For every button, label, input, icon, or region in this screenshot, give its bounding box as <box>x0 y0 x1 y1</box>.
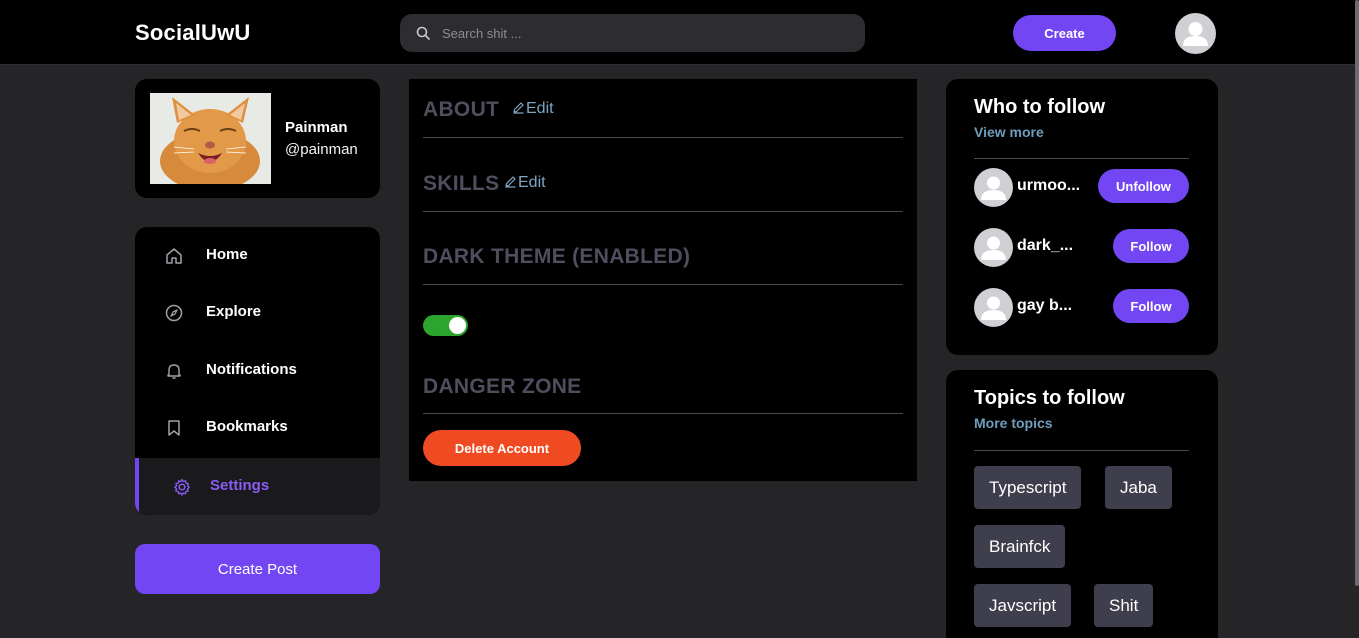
topic-chip[interactable]: Shit <box>1094 584 1154 627</box>
avatar[interactable] <box>974 168 1013 207</box>
pencil-icon <box>513 102 524 114</box>
danger-zone-title: DANGER ZONE <box>423 375 582 398</box>
sidebar-item-notifications[interactable]: Notifications <box>135 342 380 399</box>
topic-chip[interactable]: Javscript <box>974 584 1072 627</box>
follow-user-name[interactable]: urmoo... <box>1017 177 1080 195</box>
sidebar-item-settings[interactable]: Settings <box>135 458 380 515</box>
bookmark-icon <box>168 420 180 436</box>
dark-theme-toggle[interactable] <box>423 315 468 336</box>
create-button[interactable]: Create <box>1013 15 1116 51</box>
top-bar: SocialUwU Create <box>0 0 1359 65</box>
follow-user-name[interactable]: dark_... <box>1017 237 1073 255</box>
compass-icon <box>165 304 183 322</box>
follow-user-name[interactable]: gay b... <box>1017 297 1072 315</box>
view-more-link[interactable]: View more <box>974 124 1044 140</box>
delete-account-button[interactable]: Delete Account <box>423 430 581 466</box>
divider <box>423 284 903 285</box>
topic-chip[interactable]: Typescript <box>974 466 1082 509</box>
follow-suggestion: gay b... Follow <box>974 288 1189 328</box>
edit-label: Edit <box>518 174 546 191</box>
follow-suggestion: urmoo... Unfollow <box>974 168 1189 208</box>
pencil-icon <box>505 176 516 188</box>
sidebar-item-bookmarks[interactable]: Bookmarks <box>135 399 380 456</box>
user-placeholder-icon <box>1183 22 1208 46</box>
page-scrollbar[interactable] <box>1355 0 1359 586</box>
divider <box>423 413 903 414</box>
home-icon <box>166 248 182 264</box>
skills-title: SKILLS <box>423 172 500 195</box>
topic-chip[interactable]: Brainfck <box>974 525 1066 568</box>
sidebar-item-label: Home <box>206 246 248 263</box>
divider <box>974 158 1189 159</box>
cat-photo-image <box>150 93 271 184</box>
topics-title: Topics to follow <box>974 387 1125 409</box>
topics-to-follow-card: Topics to follow More topics Typescript … <box>946 370 1218 638</box>
search-bar[interactable] <box>400 14 865 52</box>
about-title: ABOUT <box>423 98 500 121</box>
toggle-knob <box>449 317 466 334</box>
sidebar-item-home[interactable]: Home <box>135 227 380 284</box>
follow-suggestion: dark_... Follow <box>974 228 1189 268</box>
app-logo[interactable]: SocialUwU <box>135 20 251 46</box>
sidebar-nav: Home Explore Notifications Bookmarks Set… <box>135 227 380 515</box>
profile-photo[interactable] <box>150 93 271 184</box>
user-avatar[interactable] <box>1175 13 1216 54</box>
divider <box>974 450 1189 451</box>
profile-name[interactable]: Painman <box>285 119 348 136</box>
who-to-follow-title: Who to follow <box>974 96 1106 118</box>
gear-icon <box>174 478 190 496</box>
user-placeholder-icon <box>981 176 1006 200</box>
more-topics-link[interactable]: More topics <box>974 415 1053 431</box>
sidebar-item-label: Settings <box>210 477 270 494</box>
avatar[interactable] <box>974 288 1013 327</box>
bell-icon <box>167 364 181 379</box>
follow-button[interactable]: Follow <box>1113 229 1189 263</box>
skills-edit-link[interactable]: Edit <box>504 174 546 192</box>
profile-card: Painman @painman <box>135 79 380 198</box>
create-post-button[interactable]: Create Post <box>135 544 380 594</box>
avatar[interactable] <box>974 228 1013 267</box>
topic-chip[interactable]: Jaba <box>1105 466 1172 509</box>
follow-button[interactable]: Follow <box>1113 289 1189 323</box>
user-placeholder-icon <box>981 296 1006 320</box>
divider <box>423 211 903 212</box>
sidebar-item-label: Explore <box>206 303 262 320</box>
sidebar-item-explore[interactable]: Explore <box>135 284 380 341</box>
search-icon <box>416 26 430 40</box>
settings-panel: ABOUT Edit SKILLS Edit DARK THEME (ENABL… <box>409 79 917 481</box>
edit-label: Edit <box>526 100 554 117</box>
sidebar-item-label: Notifications <box>206 361 297 378</box>
sidebar-item-label: Bookmarks <box>206 418 288 435</box>
about-edit-link[interactable]: Edit <box>512 100 554 118</box>
unfollow-button[interactable]: Unfollow <box>1098 169 1189 203</box>
who-to-follow-card: Who to follow View more urmoo... Unfollo… <box>946 79 1218 355</box>
dark-theme-title: DARK THEME (ENABLED) <box>423 245 691 268</box>
user-placeholder-icon <box>981 236 1006 260</box>
search-input[interactable] <box>442 14 852 52</box>
profile-handle: @painman <box>285 141 358 158</box>
divider <box>423 137 903 138</box>
